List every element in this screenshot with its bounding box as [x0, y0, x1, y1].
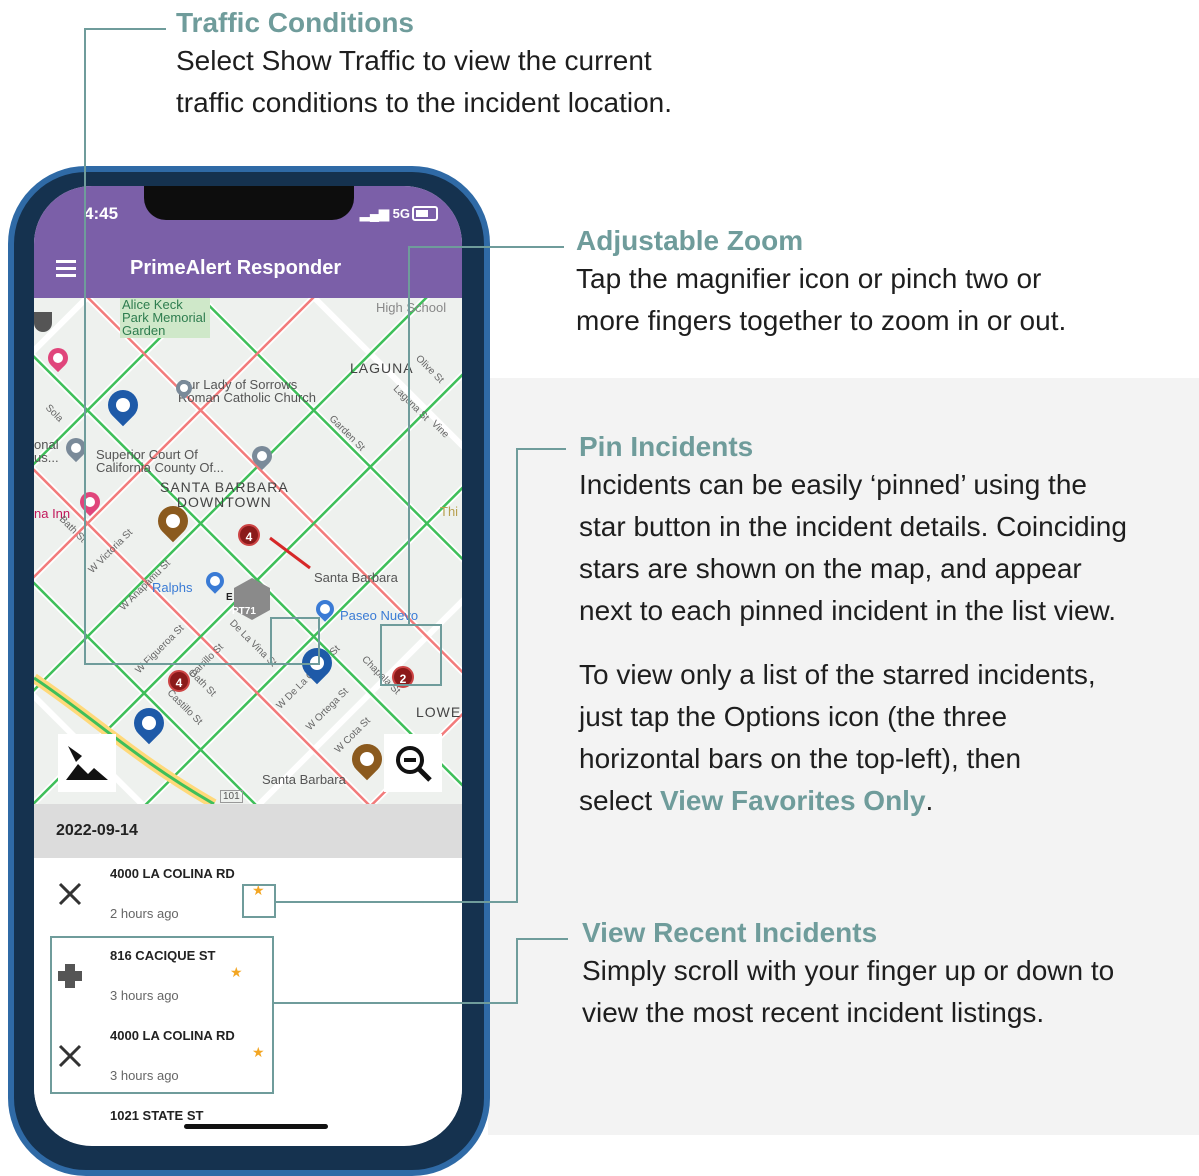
connector-line	[408, 246, 410, 624]
battery-icon	[412, 206, 438, 221]
app-title: PrimeAlert Responder	[130, 257, 342, 279]
map-label-downtown: SANTA BARBARA DOWNTOWN	[160, 479, 289, 510]
home-indicator	[184, 1124, 328, 1129]
map-layers-button[interactable]	[58, 734, 116, 792]
callout-recent-line: view the most recent incident listings.	[582, 997, 1045, 1028]
date-label: 2022-09-14	[56, 822, 138, 839]
callout-recent-line: Simply scroll with your finger up or dow…	[582, 955, 1115, 986]
app-bar: PrimeAlert Responder	[34, 242, 462, 298]
incident-list-item[interactable]: 1021 STATE ST	[34, 1100, 462, 1140]
connector-line	[408, 246, 564, 248]
callout-pin: Pin Incidents Incidents can be easily ‘p…	[579, 430, 1127, 822]
signal-icon: ▂▄▆ 5G	[359, 206, 410, 221]
map-label-th: Thi	[440, 504, 459, 519]
callout-recent: View Recent Incidents Simply scroll with…	[582, 916, 1114, 1034]
status-time: 4:45	[84, 204, 119, 223]
callout-zoom-line: Tap the magnifier icon or pinch two or	[576, 263, 1042, 294]
highlight-box-recent	[50, 936, 274, 1094]
callout-pin-title: Pin Incidents	[579, 431, 754, 462]
connector-line	[516, 938, 568, 940]
map-label-paseo: Paseo Nuevo	[340, 608, 419, 623]
shield-icon	[34, 312, 52, 332]
connector-line	[84, 663, 270, 665]
callout-pin-line: just tap the Options icon (the three	[579, 701, 1008, 732]
callout-zoom: Adjustable Zoom Tap the magnifier icon o…	[576, 224, 1066, 342]
map-label-lowe: LOWE	[416, 704, 462, 720]
connector-line	[516, 938, 518, 1004]
callout-zoom-line: more fingers together to zoom in or out.	[576, 305, 1067, 336]
incident-address: 4000 LA COLINA RD	[110, 866, 235, 881]
callout-pin-line: Incidents can be easily ‘pinned’ using t…	[579, 469, 1087, 500]
map-label-e: E	[226, 592, 233, 603]
map-label-high-school: High School	[376, 300, 447, 315]
map-label-national: onal us...	[34, 437, 59, 465]
callout-pin-line: next to each pinned incident in the list…	[579, 595, 1117, 626]
callout-pin-line: horizontal bars on the top-left), then	[579, 743, 1022, 774]
cluster-count-badge[interactable]: 4	[238, 524, 260, 546]
map-label-court: Superior Court Of California County Of..…	[96, 447, 224, 475]
map-label-park: Alice Keck Park Memorial Garden	[122, 298, 206, 338]
callout-traffic: Traffic Conditions Select Show Traffic t…	[176, 6, 672, 124]
network-label: 5G	[392, 206, 410, 221]
map-label-santa-barbara: Santa Barbara	[314, 570, 398, 585]
callout-pin-line: star button in the incident details. Coi…	[579, 511, 1127, 542]
highlight-box-zoom	[380, 624, 442, 686]
map-label-santa-barbara-2: Santa Barbara	[262, 772, 346, 787]
callout-traffic-title: Traffic Conditions	[176, 7, 414, 38]
cluster-count-badge[interactable]: 4	[168, 670, 190, 692]
tools-icon	[58, 882, 82, 906]
highway-shield: 101	[220, 790, 243, 803]
map-label-church: Our Lady of Sorrows Roman Catholic Churc…	[178, 377, 317, 405]
view-favorites-only-label: View Favorites Only	[659, 785, 926, 816]
connector-line	[84, 28, 166, 30]
map-layers-icon	[66, 746, 108, 780]
callout-pin-line: stars are shown on the map, and appear	[579, 553, 1082, 584]
callout-zoom-title: Adjustable Zoom	[576, 225, 804, 256]
connector-line	[272, 1002, 518, 1004]
zoom-out-icon	[396, 746, 432, 782]
incident-time-ago: 2 hours ago	[110, 906, 179, 921]
callout-traffic-line: traffic conditions to the incident locat…	[176, 87, 673, 118]
incident-map[interactable]: Alice Keck Park Memorial Garden High Sch…	[34, 298, 462, 804]
map-label-ralphs: Ralphs	[152, 580, 193, 595]
menu-icon[interactable]	[56, 260, 76, 278]
phone-notch	[144, 186, 354, 220]
date-header: 2022-09-14	[34, 804, 462, 858]
callout-pin-prefix: select	[579, 785, 660, 816]
callout-pin-last-line: select View Favorites Only.	[579, 780, 1127, 822]
highlight-box-traffic	[270, 617, 320, 665]
zoom-out-button[interactable]	[384, 734, 442, 792]
connector-line	[84, 28, 86, 665]
highlight-box-star	[242, 884, 276, 918]
callout-pin-line: To view only a list of the starred incid…	[579, 659, 1096, 690]
callout-recent-title: View Recent Incidents	[582, 917, 878, 948]
map-label-laguna: LAGUNA	[350, 360, 414, 376]
incident-address: 1021 STATE ST	[110, 1108, 204, 1123]
connector-line	[516, 448, 518, 903]
connector-line	[516, 448, 566, 450]
callout-pin-suffix: .	[925, 785, 934, 816]
map-label-pt71: PT71	[232, 606, 256, 617]
connector-line	[276, 901, 518, 903]
callout-traffic-line: Select Show Traffic to view the current	[176, 45, 652, 76]
